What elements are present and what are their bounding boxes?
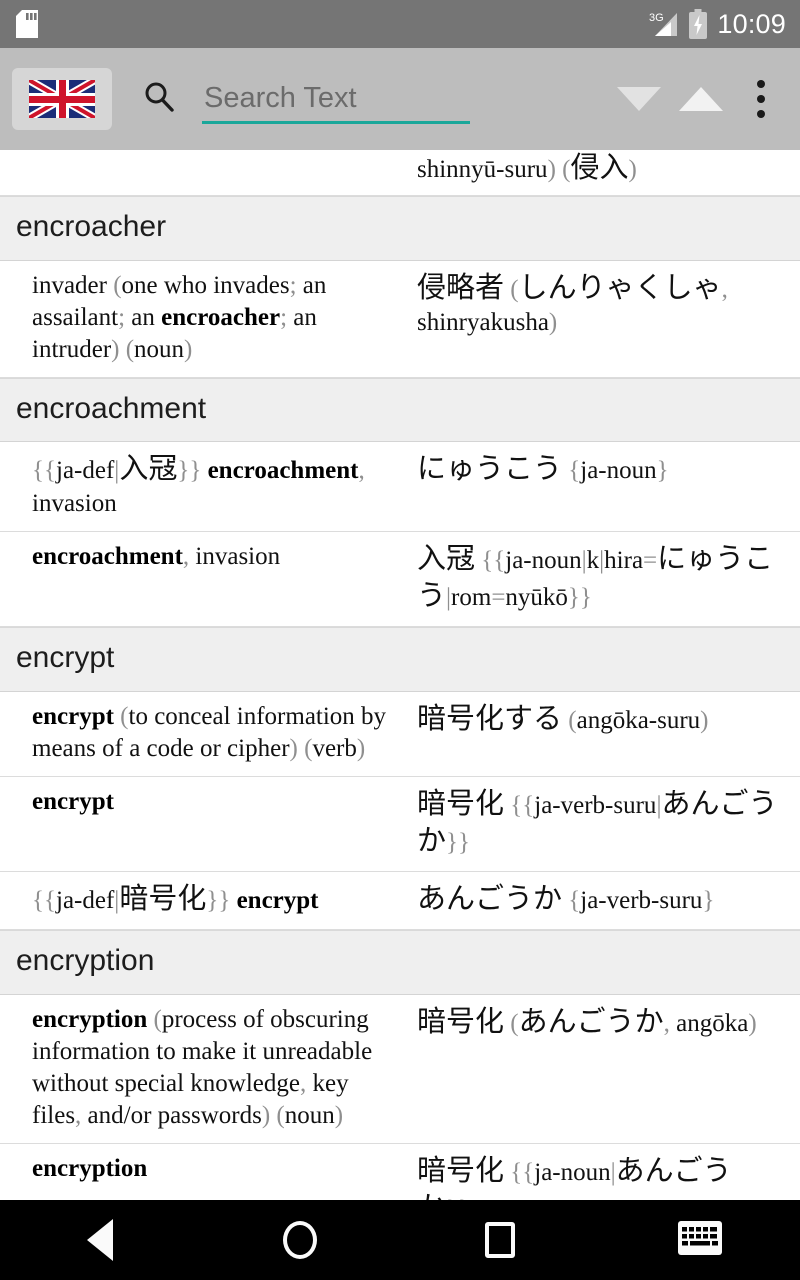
table-row[interactable]: encroachment, invasion 入冦 {{ja-noun|k|hir… (0, 532, 800, 628)
entry-japanese: 暗号化 {{ja-verb-suru|あんごうか}} (417, 787, 778, 858)
android-navigation-bar (0, 1200, 800, 1280)
status-bar: 3G 10:09 (0, 0, 800, 48)
keyboard-icon (678, 1220, 722, 1260)
scroll-down-button[interactable] (608, 68, 670, 130)
section-headword: encryption (16, 944, 155, 978)
section-header[interactable]: encrypt (0, 627, 800, 692)
nav-back-button[interactable] (0, 1200, 200, 1280)
entry-english: encryption (32, 1154, 148, 1182)
search-icon[interactable] (142, 80, 176, 119)
table-row[interactable]: {{ja-def|入冦}} encroachment, invasion にゅうこ… (0, 442, 800, 533)
triangle-down-icon (617, 87, 661, 111)
entry-english: encroachment, invasion (32, 543, 281, 571)
table-row[interactable]: invader (one who invades; an assailant; … (0, 260, 800, 378)
section-headword: encroacher (16, 210, 167, 244)
entry-english: encrypt (to conceal information by means… (32, 702, 387, 762)
dictionary-result-list[interactable]: shinnyū-suru) (侵入) encroacher invader (one… (0, 150, 800, 1200)
entry-english: encryption (process of obscuring informa… (32, 1005, 373, 1129)
more-vertical-icon (757, 110, 765, 118)
entry-english: {{ja-def|暗号化}} encrypt (32, 883, 319, 916)
signal-bars-icon: 3G (649, 10, 679, 38)
section-headword: encroachment (16, 391, 207, 425)
language-flag-button[interactable] (12, 68, 112, 130)
table-row[interactable]: encryption (process of obscuring informa… (0, 994, 800, 1144)
entry-japanese: 暗号化する (angōka-suru) (417, 702, 709, 735)
table-row[interactable]: {{ja-def|暗号化}} encrypt あんごうか {ja-verb-sur… (0, 872, 800, 931)
section-header[interactable]: encroacher (0, 196, 800, 261)
section-header[interactable]: encroachment (0, 377, 800, 443)
table-row[interactable]: shinnyū-suru) (侵入) (0, 150, 800, 197)
section-headword: encrypt (16, 641, 115, 675)
entry-japanese: 暗号化 {{ja-noun|あんごうか}} (417, 1154, 732, 1200)
union-jack-flag-icon (29, 80, 95, 118)
status-bar-right: 3G 10:09 (649, 9, 786, 40)
triangle-up-icon (679, 87, 723, 111)
search-field-wrapper (202, 82, 470, 124)
table-row[interactable]: encryption 暗号化 {{ja-noun|あんごうか}} (0, 1143, 800, 1200)
home-circle-icon (283, 1221, 317, 1259)
overflow-menu-button[interactable] (732, 68, 790, 130)
action-bar (0, 48, 800, 150)
more-vertical-icon (757, 95, 765, 103)
entry-english (6, 150, 409, 187)
nav-keyboard-button[interactable] (600, 1200, 800, 1280)
entry-japanese: にゅうこう {ja-noun} (417, 453, 669, 486)
table-row[interactable]: encrypt (to conceal information by means… (0, 691, 800, 777)
entry-english: {{ja-def|入冦}} encroachment, invasion (32, 453, 365, 518)
status-bar-left (16, 10, 38, 38)
entry-japanese: 侵略者 (しんりゃくしゃ, shinryakusha) (417, 271, 728, 336)
app-root: 3G 10:09 Search Text shinnyū-suru) (侵入) … (0, 0, 800, 1280)
battery-charging-icon (688, 9, 708, 39)
entry-japanese: shinnyū-suru) (侵入) (417, 152, 637, 184)
entry-english: encrypt (32, 787, 114, 815)
table-row[interactable]: encrypt 暗号化 {{ja-verb-suru|あんごうか}} (0, 776, 800, 873)
sd-card-icon (16, 10, 38, 38)
action-bar-icons (608, 68, 790, 130)
recents-square-icon (485, 1222, 515, 1258)
nav-home-button[interactable] (200, 1200, 400, 1280)
entry-japanese: 暗号化 (あんごうか, angōka) (417, 1005, 757, 1038)
search-area (142, 48, 608, 150)
nav-recents-button[interactable] (400, 1200, 600, 1280)
status-bar-clock: 10:09 (717, 8, 786, 39)
svg-text:3G: 3G (649, 12, 664, 24)
entry-japanese: 入冦 {{ja-noun|k|hira=にゅうこう|rom=nyūkō}} (417, 543, 774, 613)
back-triangle-icon (87, 1219, 113, 1261)
more-vertical-icon (757, 80, 765, 88)
scroll-up-button[interactable] (670, 68, 732, 130)
entry-english: invader (one who invades; an assailant; … (32, 271, 327, 363)
entry-japanese: あんごうか {ja-verb-suru} (417, 883, 715, 916)
section-header[interactable]: encryption (0, 930, 800, 995)
search-input[interactable] (204, 82, 470, 115)
